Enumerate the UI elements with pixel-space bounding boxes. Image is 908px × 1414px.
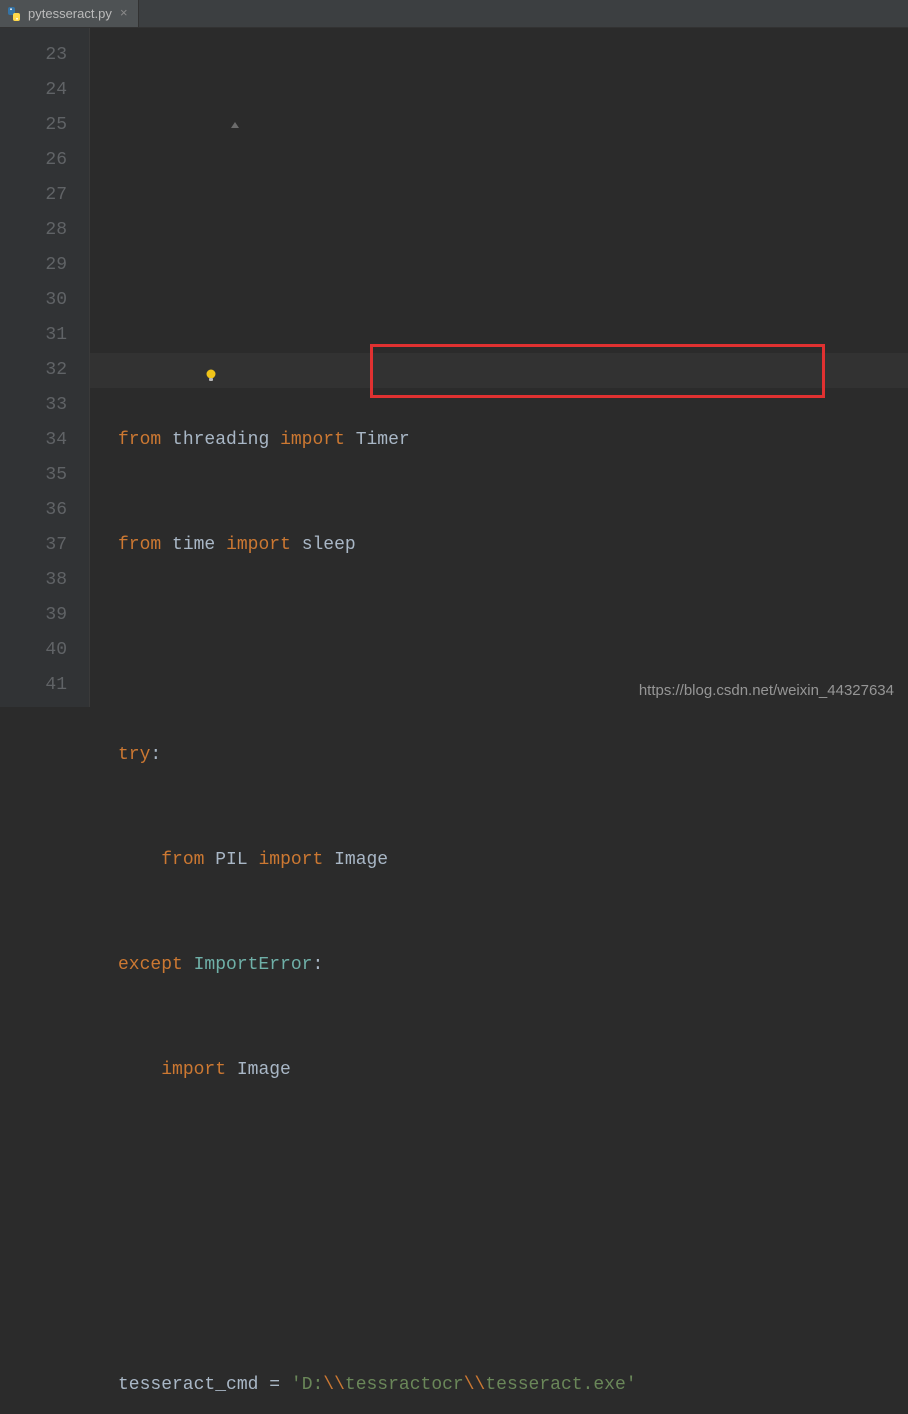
tab-filename: pytesseract.py: [28, 6, 112, 21]
line-number: 32: [0, 353, 67, 388]
code-line: from threading import Timer: [118, 423, 908, 458]
file-tab[interactable]: pytesseract.py ×: [0, 0, 139, 27]
code-area[interactable]: from threading import Timer from time im…: [90, 28, 908, 707]
line-number: 27: [0, 178, 67, 213]
intention-bulb-icon[interactable]: [138, 328, 154, 344]
watermark-text: https://blog.csdn.net/weixin_44327634: [639, 682, 894, 699]
line-number: 29: [0, 248, 67, 283]
line-number: 34: [0, 423, 67, 458]
code-line: import Image: [118, 1053, 908, 1088]
code-line: from time import sleep: [118, 528, 908, 563]
code-line: from PIL import Image: [118, 843, 908, 878]
line-number: 31: [0, 318, 67, 353]
code-line: [118, 633, 908, 668]
line-number: 37: [0, 528, 67, 563]
line-number: 24: [0, 73, 67, 108]
line-number: 25: [0, 108, 67, 143]
line-number-gutter: 23 24 25 26 27 28 29 30 31 32 33 34 35 3…: [0, 28, 90, 707]
line-number: 40: [0, 633, 67, 668]
line-number: 39: [0, 598, 67, 633]
line-number: 41: [0, 668, 67, 703]
line-number: 26: [0, 143, 67, 178]
line-number: 38: [0, 563, 67, 598]
line-number: 28: [0, 213, 67, 248]
fold-marker-icon[interactable]: [164, 75, 176, 87]
editor: 23 24 25 26 27 28 29 30 31 32 33 34 35 3…: [0, 28, 908, 707]
code-line: [118, 1263, 908, 1298]
python-file-icon: [6, 6, 22, 22]
line-number: 30: [0, 283, 67, 318]
line-number: 23: [0, 38, 67, 73]
tab-close-icon[interactable]: ×: [118, 6, 130, 21]
code-line: try:: [118, 738, 908, 773]
code-line: except ImportError:: [118, 948, 908, 983]
line-number: 36: [0, 493, 67, 528]
line-number: 33: [0, 388, 67, 423]
code-line: [118, 1158, 908, 1193]
tab-bar: pytesseract.py ×: [0, 0, 908, 28]
code-line: tesseract_cmd = 'D:\\tessractocr\\tesser…: [118, 1368, 908, 1403]
line-number: 35: [0, 458, 67, 493]
